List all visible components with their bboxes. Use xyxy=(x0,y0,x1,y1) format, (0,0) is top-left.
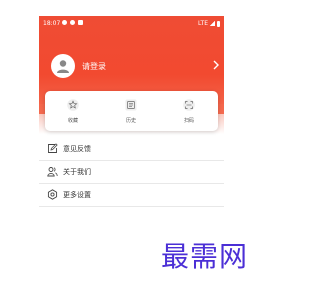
menu-item-label: 意见反馈 xyxy=(63,145,91,153)
feedback-edit-icon xyxy=(48,143,58,153)
quick-action-label: 收藏 xyxy=(67,118,78,124)
screenshot-stage: 18:07 LTE 请登录 收藏 历史 扫码 意见反馈 关于我们 更多设置 最需… xyxy=(0,0,276,286)
scan-icon xyxy=(183,99,195,111)
network-label: LTE xyxy=(198,20,208,27)
menu-item-feedback[interactable]: 意见反馈 xyxy=(39,138,224,161)
menu-item-label: 更多设置 xyxy=(63,191,91,199)
quick-action-label: 历史 xyxy=(125,118,136,124)
quick-action-scan[interactable]: 扫码 xyxy=(164,91,214,131)
status-bar: 18:07 LTE xyxy=(39,16,224,30)
status-time: 18:07 xyxy=(43,20,61,27)
history-icon xyxy=(125,99,137,111)
menu-item-more-settings[interactable]: 更多设置 xyxy=(39,184,224,207)
gear-icon xyxy=(47,189,58,200)
notification-icon xyxy=(70,20,75,25)
menu-item-label: 关于我们 xyxy=(63,168,91,176)
notification-icon xyxy=(78,20,83,25)
login-row[interactable]: 请登录 xyxy=(39,54,224,78)
settings-menu: 意见反馈 关于我们 更多设置 xyxy=(39,138,224,207)
users-icon xyxy=(47,167,58,177)
quick-action-label: 扫码 xyxy=(183,118,194,124)
quick-action-favorites[interactable]: 收藏 xyxy=(48,91,98,131)
menu-item-about[interactable]: 关于我们 xyxy=(39,161,224,184)
notification-icon xyxy=(62,20,67,25)
avatar[interactable] xyxy=(51,54,75,78)
chevron-right-icon[interactable] xyxy=(213,60,219,70)
signal-icon xyxy=(210,21,215,26)
quick-action-history[interactable]: 历史 xyxy=(106,91,156,131)
quick-actions-card: 收藏 历史 扫码 xyxy=(45,91,218,131)
watermark-text: 最需网 xyxy=(161,240,249,273)
status-notification-icons xyxy=(62,20,83,25)
phone-screen: 18:07 LTE 请登录 收藏 历史 扫码 意见反馈 关于我们 更多设置 xyxy=(39,16,224,270)
star-icon xyxy=(67,99,79,111)
battery-icon xyxy=(217,20,220,27)
login-label[interactable]: 请登录 xyxy=(82,61,106,72)
status-right: LTE xyxy=(198,20,220,27)
user-avatar-icon xyxy=(57,60,69,73)
